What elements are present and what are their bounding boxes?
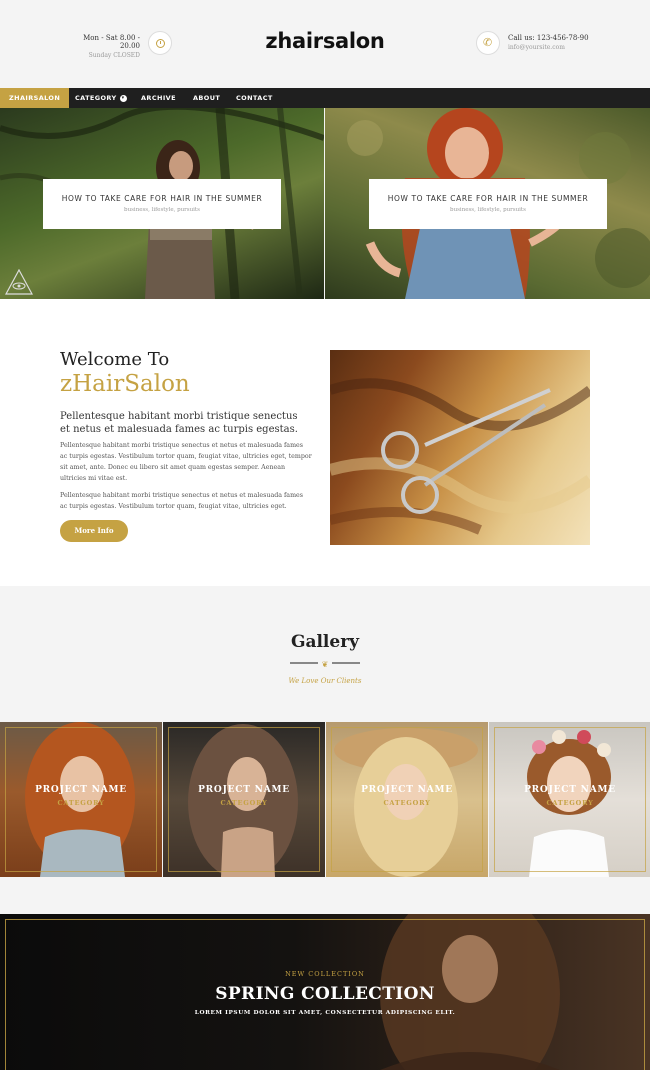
gallery-tile[interactable]: PROJECT NAME CATEGORY [0,722,162,877]
phone-icon: ✆ [476,31,500,55]
nav-item-contact[interactable]: CONTACT [236,88,273,108]
post-meta: business, lifestyle, pursuits [450,207,526,213]
project-name[interactable]: PROJECT NAME [163,785,325,795]
section-spacer [0,878,650,914]
welcome-paragraph: Pellentesque habitant morbi tristique se… [60,492,303,510]
project-name[interactable]: PROJECT NAME [326,785,488,795]
post-title[interactable]: HOW TO TAKE CARE FOR HAIR IN THE SUMMER [43,194,281,203]
hero-card[interactable]: HOW TO TAKE CARE FOR HAIR IN THE SUMMER … [369,179,607,229]
welcome-lead: Pellentesque habitant morbi tristique se… [60,411,298,435]
site-header: Mon - Sat 8.00 - 20.00 Sunday CLOSED zha… [0,0,650,88]
gallery-title: Gallery [290,632,360,652]
nav-item-archive[interactable]: ARCHIVE [141,88,176,108]
main-nav: ZHAIRSALON CATEGORY ▾ ARCHIVE ABOUT CONTA… [0,88,650,108]
post-title[interactable]: HOW TO TAKE CARE FOR HAIR IN THE SUMMER [369,194,607,203]
nav-item-home[interactable]: ZHAIRSALON [0,88,70,108]
more-info-button[interactable]: More Info [60,520,128,542]
gallery-tile[interactable]: PROJECT NAME CATEGORY [326,722,488,877]
email-address[interactable]: info@yoursite.com [508,44,589,51]
project-category[interactable]: CATEGORY [0,799,162,807]
nav-item-category[interactable]: CATEGORY ▾ [75,88,127,108]
gallery-tile[interactable]: PROJECT NAME CATEGORY [489,722,650,877]
chevron-down-icon: ▾ [119,94,127,102]
ornament-icon: ❦ [318,660,332,669]
welcome-title: Welcome To [60,349,170,370]
hours-sunday: Sunday CLOSED [88,52,140,59]
hero-card[interactable]: HOW TO TAKE CARE FOR HAIR IN THE SUMMER … [43,179,281,229]
project-name[interactable]: PROJECT NAME [0,785,162,795]
nav-item-about[interactable]: ABOUT [193,88,220,108]
project-category[interactable]: CATEGORY [489,799,650,807]
collection-kicker: NEW COLLECTION [285,970,365,978]
project-category[interactable]: CATEGORY [326,799,488,807]
welcome-section: Welcome To zHairSalon Pellentesque habit… [0,299,650,586]
hero-slide-forest[interactable]: HOW TO TAKE CARE FOR HAIR IN THE SUMMER … [0,108,324,299]
project-name[interactable]: PROJECT NAME [489,785,650,795]
post-meta: business, lifestyle, pursuits [124,207,200,213]
gallery-tile[interactable]: PROJECT NAME CATEGORY [163,722,325,877]
collection-title: SPRING COLLECTION [215,984,435,1004]
collection-banner: NEW COLLECTION SPRING COLLECTION LOREM I… [0,914,650,1070]
scissors-icon [330,378,590,535]
project-category[interactable]: CATEGORY [163,799,325,807]
scissors-hair-photo [330,350,590,545]
hero-slide-redhead[interactable]: HOW TO TAKE CARE FOR HAIR IN THE SUMMER … [325,108,650,299]
welcome-brand: zHairSalon [60,371,190,397]
phone-number: Call us: 123-456-78-90 [508,34,589,42]
gallery-section: Gallery ❦ We Love Our Clients PROJECT NA… [0,586,650,878]
welcome-paragraph: Pellentesque habitant morbi tristique se… [60,442,312,482]
nav-item-label: CATEGORY [75,94,117,102]
collection-subtitle: LOREM IPSUM DOLOR SIT AMET, CONSECTETUR … [194,1010,456,1016]
eye-triangle-icon [5,269,33,295]
gallery-subtitle: We Love Our Clients [288,677,362,685]
contact-info: Call us: 123-456-78-90 info@yoursite.com [508,34,589,51]
